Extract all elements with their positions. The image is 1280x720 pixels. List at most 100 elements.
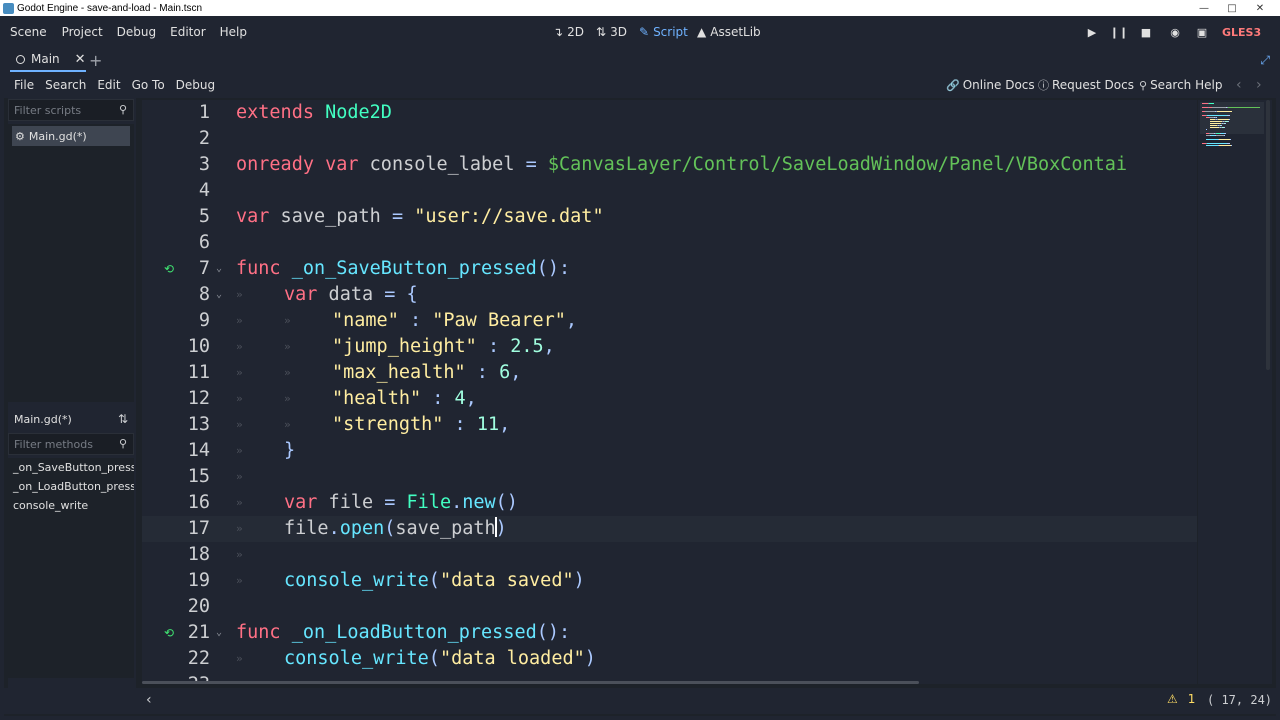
main-screen-assetlib[interactable]: ▲ AssetLib [697,16,761,48]
toggle-scripts-panel-icon[interactable]: ‹ [146,692,152,708]
request-docs-link[interactable]: ⓘ Request Docs [1038,72,1134,98]
main-screen-script[interactable]: ✎ Script [639,16,688,48]
renderer-select[interactable]: GLES3 [1222,16,1261,48]
fold-arrow-icon[interactable]: ⌄ [216,282,222,308]
code-token: } [284,440,296,461]
method-item[interactable]: _on_LoadButton_pressed [8,477,134,496]
horizontal-scrollbar[interactable] [142,680,1197,686]
code-token: func [236,258,281,279]
script-menu-debug[interactable]: Debug [176,78,215,92]
filter-scripts-field[interactable]: ⚲ [8,99,134,121]
script-menu-goto[interactable]: Go To [132,78,165,92]
search-icon: ⚲ [1139,78,1148,92]
code-line[interactable]: 10 » » "jump_height" : 2.5, [142,334,1197,360]
script-menu-edit[interactable]: Edit [97,78,120,92]
minimap-token [1216,117,1217,118]
filter-scripts-input[interactable] [9,103,109,117]
code-line[interactable]: 5 var save_path = "user://save.dat" [142,204,1197,230]
filter-methods-input[interactable] [9,437,109,451]
distraction-free-icon[interactable]: ⤢ [1260,48,1270,72]
code-tokens: "jump_height" : 2.5, [332,334,555,360]
code-line[interactable]: 12 » » "health" : 4, [142,386,1197,412]
code-line[interactable]: 6 [142,230,1197,256]
online-docs-link[interactable]: 🔗 Online Docs [946,72,1035,98]
code-token: ( [428,648,440,669]
menu-scene[interactable]: Scene [10,25,47,39]
script-menu-search[interactable]: Search [45,78,86,92]
code-token: "strength" [332,414,444,435]
code-line[interactable]: 9 » » "name" : "Paw Bearer", [142,308,1197,334]
code-tokens: var data = { [284,282,418,308]
code-line[interactable]: 14 »} [142,438,1197,464]
code-line[interactable]: 17 » file.open(save_path) [142,516,1197,542]
code-line[interactable]: 20 [142,594,1197,620]
code-line[interactable]: 2 [142,126,1197,152]
main-screen-3d[interactable]: ⇅ 3D [596,16,627,48]
code-line[interactable]: 1 extends Node2D [142,100,1197,126]
code-line[interactable]: 4 [142,178,1197,204]
history-back-icon[interactable]: ‹ [1236,72,1242,98]
code-tokens: file.open(save_path) [284,516,507,542]
close-window-icon[interactable]: ✕ [1246,0,1274,16]
play-icon[interactable]: ▶ [1081,16,1103,48]
minimize-icon[interactable]: — [1190,0,1218,16]
filter-methods-field[interactable]: ⚲ [8,433,134,455]
pause-icon[interactable]: ❙❙ [1108,16,1130,48]
code-line[interactable]: 18 » [142,542,1197,568]
history-forward-icon[interactable]: › [1256,72,1262,98]
code-line[interactable]: 22 » console_write("data loaded") [142,646,1197,672]
code-token: console_write [284,648,429,669]
main-screen-2d[interactable]: ↴ 2D [553,16,584,48]
vertical-scrollbar[interactable] [1264,100,1272,684]
scene-tab-main[interactable]: Main ✕ [10,48,86,72]
play-scene-icon[interactable]: ◉ [1164,16,1186,48]
method-item[interactable]: console_write [8,496,134,515]
fold-arrow-icon[interactable]: ⌄ [216,256,222,282]
search-icon: ⚲ [118,437,127,450]
code-token: (): [536,258,571,279]
code-line[interactable]: 3 onready var console_label = $CanvasLaye… [142,152,1197,178]
minimap-token [1224,133,1226,134]
fold-arrow-icon[interactable]: ⌄ [216,620,222,646]
menu-project[interactable]: Project [62,25,103,39]
assetlib-icon: ▲ [697,25,707,39]
code-tokens: "name" : "Paw Bearer", [332,308,577,334]
menu-help[interactable]: Help [220,25,247,39]
code-line[interactable]: ⟲ 21 ⌄ func _on_LoadButton_pressed(): [142,620,1197,646]
warnings-button[interactable]: ⚠ 1 [1167,692,1195,706]
code-line[interactable]: 19 » console_write("data saved") [142,568,1197,594]
code-token: ) [584,648,596,669]
code-token: : [454,414,466,435]
minimap-token [1230,139,1231,140]
close-tab-icon[interactable]: ✕ [75,52,86,67]
code-line[interactable]: 11 » » "max_health" : 6, [142,360,1197,386]
vertical-scroll-grabber[interactable] [1266,100,1270,370]
code-line[interactable]: 15 » [142,464,1197,490]
script-list-item[interactable]: ⚙ Main.gd(*) [12,126,130,146]
play-custom-scene-icon[interactable]: ▣ [1191,16,1213,48]
minimap-token [1224,127,1225,128]
minimap-token [1231,145,1232,146]
script-menu-file[interactable]: File [14,78,34,92]
code-line[interactable]: 16 » var file = File.new() [142,490,1197,516]
code-editor[interactable]: 1 extends Node2D 2 3 onready var console_lab… [142,100,1197,684]
horizontal-scroll-grabber[interactable] [142,681,919,684]
code-token: : [432,388,444,409]
tab-marker: » [236,366,243,379]
sort-icon[interactable]: ⇅ [118,412,128,426]
maximize-icon[interactable]: □ [1218,0,1246,16]
code-line[interactable]: ⟲ 7 ⌄ func _on_SaveButton_pressed(): [142,256,1197,282]
stop-icon[interactable]: ■ [1135,16,1157,48]
code-minimap[interactable] [1198,100,1264,684]
code-line[interactable]: 8 ⌄ » var data = { [142,282,1197,308]
add-scene-tab-icon[interactable]: + [89,48,102,72]
menu-debug[interactable]: Debug [117,25,156,39]
code-line[interactable]: 13 » » "strength" : 11, [142,412,1197,438]
search-help-button[interactable]: ⚲ Search Help [1139,72,1222,98]
method-item[interactable]: _on_SaveButton_pressed [8,458,134,477]
menu-editor[interactable]: Editor [170,25,206,39]
